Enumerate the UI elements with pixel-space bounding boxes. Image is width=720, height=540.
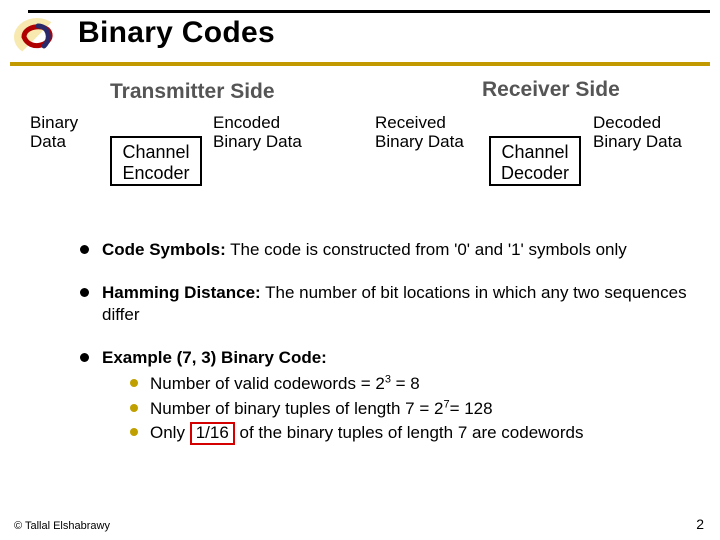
bullet-hamming-distance: Hamming Distance: The number of bit loca… bbox=[80, 282, 688, 325]
example-sublist: Number of valid codewords = 23 = 8 Numbe… bbox=[102, 372, 688, 446]
footer-copyright: © Tallal Elshabrawy bbox=[14, 520, 110, 532]
content-body: Transmitter Side Receiver Side Binary Da… bbox=[0, 74, 720, 516]
logo-icon bbox=[14, 18, 60, 56]
sub2-b: = 128 bbox=[450, 399, 493, 418]
decoded-binary-data-label: Decoded Binary Data bbox=[593, 114, 682, 151]
binary-data-label: Binary Data bbox=[30, 114, 78, 151]
received-binary-data-label: Received Binary Data bbox=[375, 114, 464, 151]
text-code-symbols: The code is constructed from '0' and '1'… bbox=[226, 240, 627, 259]
sub1-b: = 8 bbox=[391, 374, 420, 393]
bullet-code-symbols: Code Symbols: The code is constructed fr… bbox=[80, 239, 688, 260]
encoded-binary-data-label: Encoded Binary Data bbox=[213, 114, 302, 151]
slide-title: Binary Codes bbox=[78, 16, 275, 50]
channel-decoder-text: Channel Decoder bbox=[501, 142, 569, 183]
channel-encoder-text: Channel Encoder bbox=[122, 142, 189, 183]
top-rule bbox=[28, 10, 710, 13]
receiver-side-heading: Receiver Side bbox=[482, 78, 620, 102]
bullet-example: Example (7, 3) Binary Code: Number of va… bbox=[80, 347, 688, 446]
sub2-a: Number of binary tuples of length 7 = 2 bbox=[150, 399, 443, 418]
term-example: Example (7, 3) Binary Code: bbox=[102, 348, 327, 367]
sub1-a: Number of valid codewords = 2 bbox=[150, 374, 385, 393]
title-bar: Binary Codes bbox=[0, 0, 720, 68]
bullet-list: Code Symbols: The code is constructed fr… bbox=[40, 239, 688, 468]
term-code-symbols: Code Symbols: bbox=[102, 240, 226, 259]
sub-only-fraction: Only 1/16 of the binary tuples of length… bbox=[130, 421, 688, 446]
sub3-a: Only bbox=[150, 423, 190, 442]
page-number: 2 bbox=[696, 516, 704, 532]
channel-decoder-block: Channel Decoder bbox=[489, 136, 581, 186]
term-hamming: Hamming Distance: bbox=[102, 283, 261, 302]
transmitter-side-heading: Transmitter Side bbox=[110, 80, 275, 104]
accent-rule bbox=[10, 62, 710, 66]
highlight-fraction: 1/16 bbox=[190, 422, 235, 445]
channel-encoder-block: Channel Encoder bbox=[110, 136, 202, 186]
sub-valid-codewords: Number of valid codewords = 23 = 8 bbox=[130, 372, 688, 397]
sub-binary-tuples: Number of binary tuples of length 7 = 27… bbox=[130, 397, 688, 422]
sub3-b: of the binary tuples of length 7 are cod… bbox=[235, 423, 584, 442]
